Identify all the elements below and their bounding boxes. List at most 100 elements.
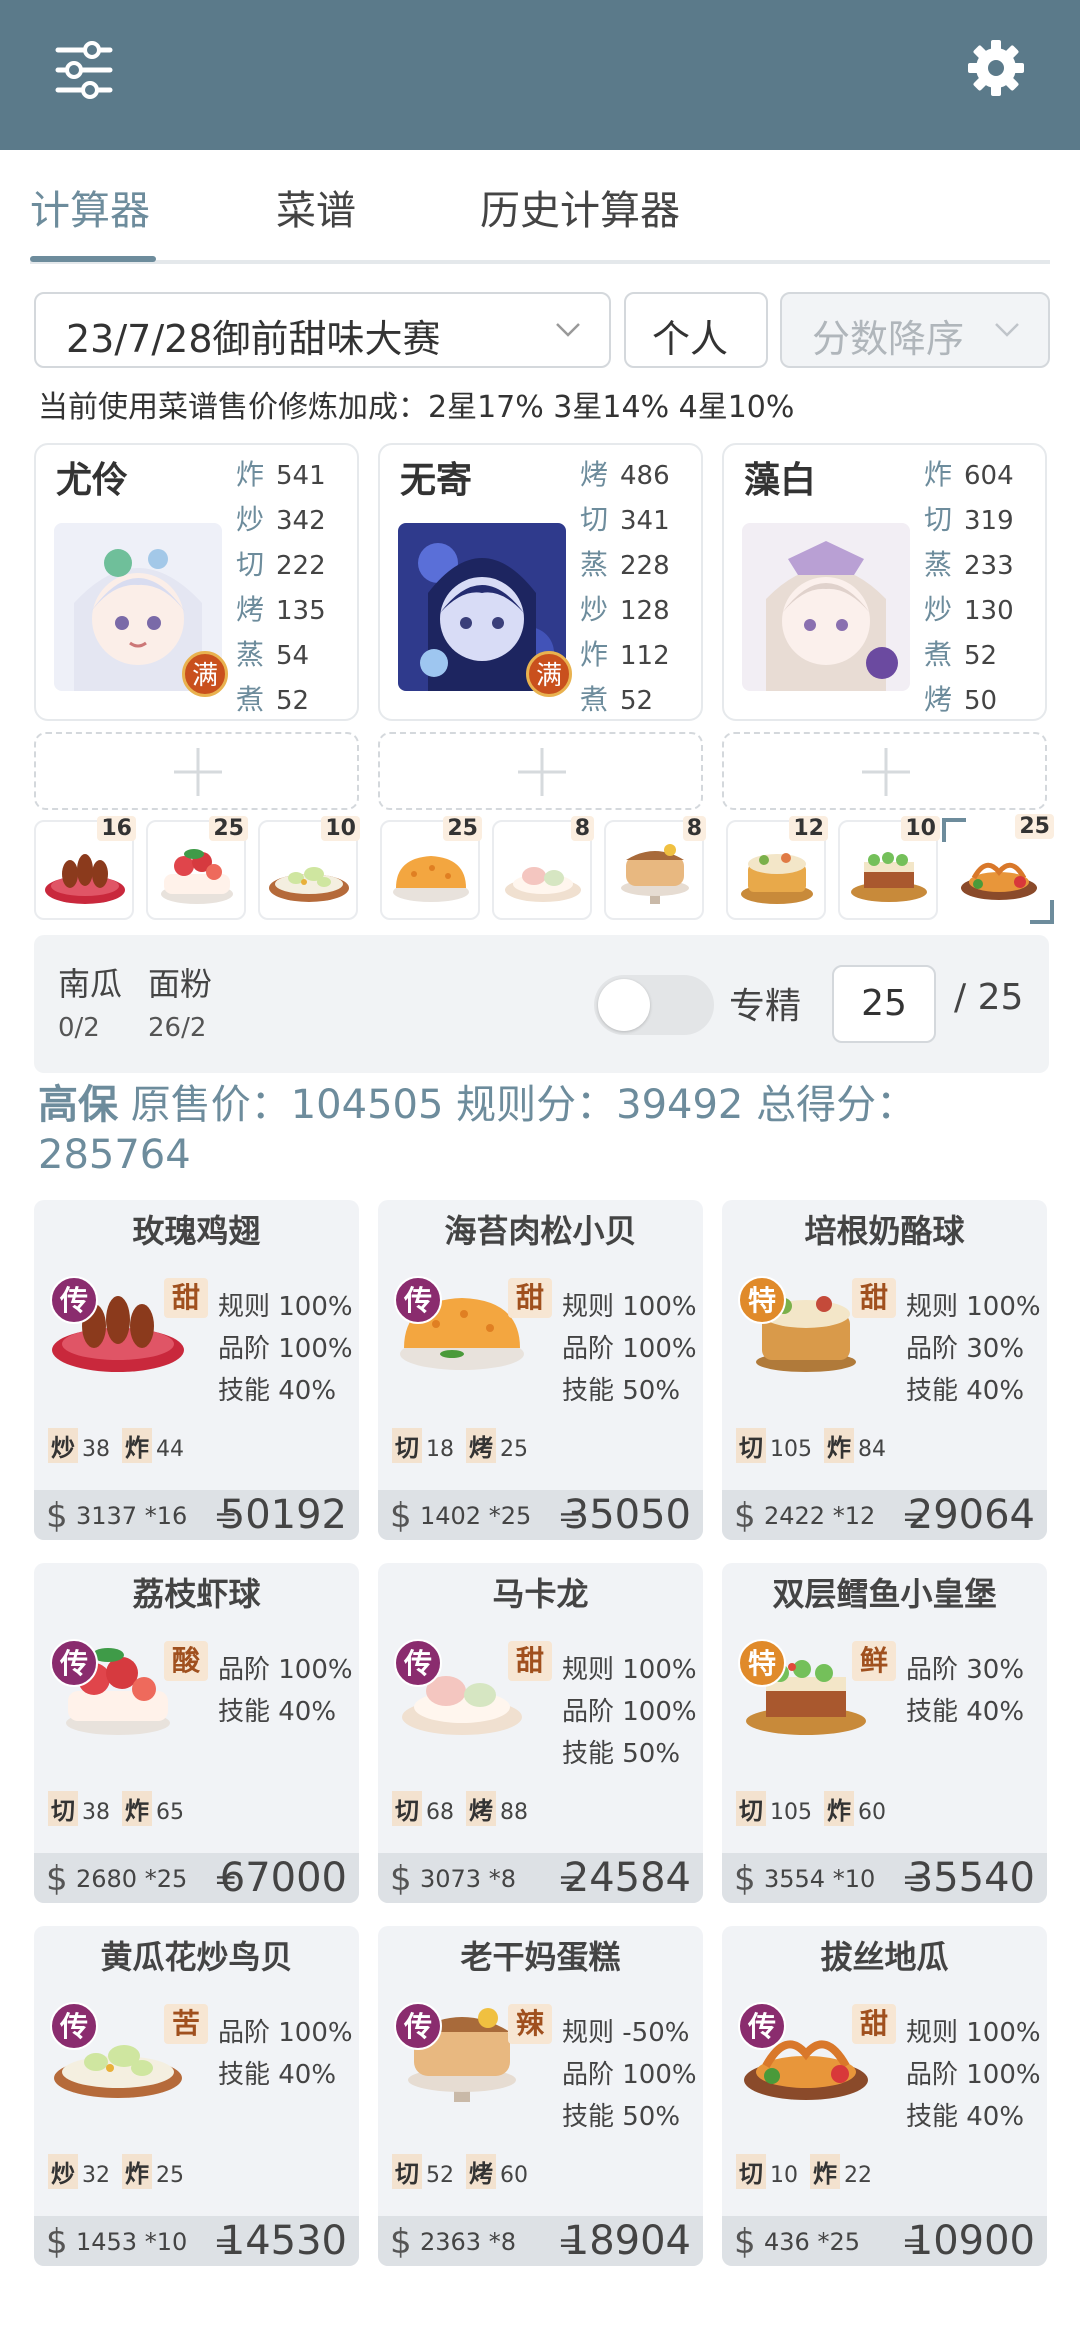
chef-card-3[interactable]: 藻白 炸 604 切 319 蒸 233 炒 130 煮 52 烤 50 — [722, 443, 1047, 721]
ingredient-name: 面粉 — [148, 965, 213, 1003]
quantity-input[interactable]: 25 — [832, 965, 936, 1043]
sort-select-value: 分数降序 — [812, 317, 965, 361]
tab-calculator[interactable]: 计算器 — [30, 178, 150, 236]
skill-type-tag: 炒 — [48, 1428, 78, 1463]
dish-count-badge: 10 — [321, 816, 360, 841]
sort-select[interactable]: 分数降序 — [780, 292, 1050, 368]
skill-requirement: 105 — [770, 1800, 812, 1825]
recipe-card[interactable]: 海苔肉松小贝 传 甜 规则 100% 品阶 100% 技能 50% 切 18 烤 25 $… — [378, 1200, 703, 1540]
chef-name: 尤伶 — [56, 460, 129, 501]
chevron-down-icon — [556, 323, 580, 337]
event-select[interactable]: 23/7/28御前甜味大赛 — [34, 292, 611, 368]
dish-thumb[interactable]: 12 — [726, 816, 828, 920]
dish-image — [621, 844, 689, 904]
tab-history-calculator[interactable]: 历史计算器 — [480, 178, 680, 236]
skill-type-tag: 烤 — [466, 1428, 496, 1463]
recipe-stats: 规则 100% 品阶 100% 技能 50% — [562, 1649, 702, 1775]
price-total: 18904 — [563, 2218, 691, 2264]
tabs-divider — [30, 260, 1050, 264]
dish-thumb[interactable]: 25 — [146, 816, 248, 920]
skill-requirement: 38 — [82, 1800, 110, 1825]
dish-thumb[interactable]: 8 — [604, 816, 706, 920]
price-row: $ 3137 *16 = 50192 — [34, 1490, 359, 1540]
price-total: 14530 — [219, 2218, 347, 2264]
chef-card-2[interactable]: 无寄 满 烤 486 切 341 蒸 228 炒 128 炸 112 煮 52 — [378, 443, 703, 721]
price-total: 24584 — [563, 1855, 691, 1901]
price-row: $ 3073 *8 = 24584 — [378, 1853, 703, 1903]
skill-type-tag: 烤 — [466, 1791, 496, 1826]
recipe-card[interactable]: 培根奶酪球 特 甜 规则 100% 品阶 30% 技能 40% 切 105 炸 84 $ … — [722, 1200, 1047, 1540]
recipe-card[interactable]: 荔枝虾球 传 酸 品阶 100% 技能 40% 切 38 炸 65 $ 2680 *25… — [34, 1563, 359, 1903]
add-equipment-button[interactable] — [34, 732, 359, 810]
score-text: 原售价：104505 规则分：39492 总得分：285764 — [38, 1082, 917, 1178]
dish-thumb[interactable]: 25 — [380, 816, 482, 920]
ingredient-name: 南瓜 — [58, 965, 123, 1003]
recipe-card[interactable]: 老干妈蛋糕 传 辣 规则 -50% 品阶 100% 技能 50% 切 52 烤 60 $ … — [378, 1926, 703, 2266]
price-row: $ 2680 *25 = 67000 — [34, 1853, 359, 1903]
recipe-stat: 规则 100% — [906, 1292, 1041, 1322]
recipe-stat: 技能 50% — [562, 1739, 681, 1769]
flavor-tag: 甜 — [508, 1278, 552, 1318]
filter-sliders-icon[interactable] — [52, 40, 116, 100]
skill-type-tag: 炸 — [122, 2154, 152, 2189]
rarity-badge: 传 — [738, 2002, 786, 2050]
price-row: $ 2363 *8 = 18904 — [378, 2216, 703, 2266]
dish-image — [269, 867, 349, 902]
chevron-down-icon — [995, 323, 1019, 337]
dish-thumb[interactable]: 16 — [34, 816, 136, 920]
dish-image — [45, 854, 125, 904]
add-equipment-button[interactable] — [378, 732, 703, 810]
recipe-stat: 技能 40% — [218, 1376, 337, 1406]
recipe-title: 老干妈蛋糕 — [460, 1938, 621, 1976]
add-equipment-button[interactable] — [722, 732, 1047, 810]
price-total: 10900 — [907, 2218, 1035, 2264]
skill-requirement: 52 — [426, 2163, 454, 2188]
skill-requirements: 切 105 炸 60 — [736, 1791, 898, 1826]
price-total: 67000 — [219, 1855, 347, 1901]
price-times-count: 3137 *16 — [76, 1502, 188, 1530]
price-times-count: 436 *25 — [764, 2228, 860, 2256]
plus-icon — [518, 748, 566, 796]
dish-thumb[interactable]: 8 — [492, 816, 594, 920]
ingredient-count: 26/2 — [148, 1013, 207, 1043]
skill-requirement: 32 — [82, 2163, 110, 2188]
dish-count-badge: 25 — [209, 816, 248, 841]
price-total: 29064 — [907, 1492, 1035, 1538]
skill-requirement: 44 — [156, 1437, 184, 1462]
flavor-tag: 辣 — [508, 2004, 552, 2044]
price-times-count: 3554 *10 — [764, 1865, 876, 1893]
recipe-stat: 技能 50% — [562, 2102, 681, 2132]
recipe-card[interactable]: 拔丝地瓜 传 甜 规则 100% 品阶 100% 技能 40% 切 10 炸 22 $ 4… — [722, 1926, 1047, 2266]
price-times-count: 2680 *25 — [76, 1865, 188, 1893]
recipe-card[interactable]: 玫瑰鸡翅 传 甜 规则 100% 品阶 100% 技能 40% 炒 38 炸 44 $ 3… — [34, 1200, 359, 1540]
recipe-stat: 品阶 100% — [562, 1334, 697, 1364]
selection-corner — [1030, 900, 1054, 924]
mode-select[interactable]: 个人 — [624, 292, 768, 368]
tab-recipes[interactable]: 菜谱 — [276, 178, 356, 236]
dish-image — [741, 853, 813, 904]
recipe-stat: 技能 40% — [218, 1697, 337, 1727]
dish-thumb[interactable]: 10 — [258, 816, 360, 920]
price-times-count: 1453 *10 — [76, 2228, 188, 2256]
recipe-title: 海苔肉松小贝 — [444, 1212, 637, 1250]
flavor-tag: 甜 — [508, 1641, 552, 1681]
skill-requirement: 105 — [770, 1437, 812, 1462]
price-times-count: 1402 *25 — [420, 1502, 532, 1530]
dish-count-badge: 12 — [789, 816, 828, 841]
specialize-toggle[interactable] — [594, 975, 714, 1035]
app-header — [0, 0, 1080, 150]
recipe-card[interactable]: 双层鳕鱼小皇堡 特 鲜 品阶 30% 技能 40% 切 105 炸 60 $ 3554 … — [722, 1563, 1047, 1903]
recipe-card[interactable]: 黄瓜花炒鸟贝 传 苦 品阶 100% 技能 40% 炒 32 炸 25 $ 1453 *… — [34, 1926, 359, 2266]
dish-thumb[interactable]: 10 — [838, 816, 940, 920]
recipe-title: 培根奶酪球 — [804, 1212, 965, 1250]
chef-card-1[interactable]: 尤伶 满 炸 541 炒 342 切 222 烤 135 蒸 54 煮 52 — [34, 443, 359, 721]
recipe-card[interactable]: 马卡龙 传 甜 规则 100% 品阶 100% 技能 50% 切 68 烤 88 $ 30… — [378, 1563, 703, 1903]
skill-requirement: 65 — [156, 1800, 184, 1825]
toggle-knob — [598, 979, 650, 1031]
skill-requirement: 25 — [500, 1437, 528, 1462]
settings-gear-icon[interactable] — [964, 36, 1028, 100]
chef-name: 无寄 — [400, 460, 473, 501]
recipe-stats: 品阶 100% 技能 40% — [218, 1649, 358, 1733]
skill-type-tag: 切 — [736, 1428, 766, 1463]
dish-count-badge: 10 — [901, 816, 940, 841]
